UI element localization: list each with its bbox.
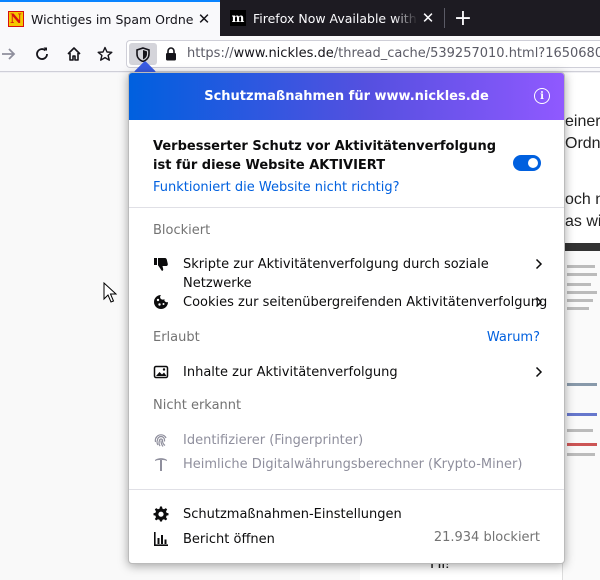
navigation-toolbar: https://www.nickles.de/thread_cache/5392… (0, 36, 600, 72)
page-text-fragment: Ordne (565, 135, 600, 152)
open-report-button[interactable]: Bericht öffnen (153, 530, 403, 550)
chevron-right-icon (533, 256, 545, 272)
image-icon (153, 364, 169, 380)
bookmark-star-icon[interactable] (92, 41, 118, 67)
close-tab-icon[interactable]: ✕ (194, 9, 214, 29)
embedded-screenshot-thumbnail (562, 243, 600, 580)
not-detected-item-label: Identifizierer (Fingerprinter) (183, 433, 364, 448)
allowed-heading: Erlaubt (153, 330, 200, 345)
protection-settings-button[interactable]: Schutzmaßnahmen-Einstellungen (153, 505, 545, 525)
footer-divider (129, 489, 564, 490)
not-detected-heading: Nicht erkannt (153, 398, 242, 413)
thumbs-down-icon (153, 256, 169, 272)
chevron-right-icon (533, 294, 545, 310)
not-detected-item-fingerprinters: Identifizierer (Fingerprinter) (153, 431, 545, 451)
toggle-knob (528, 158, 538, 168)
blocked-heading: Blockiert (153, 223, 211, 238)
allowed-item-label: Inhalte zur Aktivitätenverfolgung (183, 365, 398, 380)
tab-separator (444, 8, 445, 28)
protection-status-text: Verbesserter Schutz vor Aktivitätenverfo… (153, 139, 497, 173)
not-detected-item-label: Heimliche Digitalwährungsberechner (Kryp… (183, 457, 523, 472)
mozilla-favicon: m (230, 10, 246, 26)
panel-header: Schutzmaßnahmen für www.nickles.de i (129, 73, 564, 120)
bar-chart-icon (153, 531, 169, 547)
nickles-favicon: N (8, 11, 24, 27)
blocked-item-cross-site-cookies[interactable]: Cookies zur seitenübergreifenden Aktivit… (153, 293, 548, 313)
tab-title: Wichtiges im Spam Ordner!? (31, 11, 194, 27)
url-text[interactable]: https://www.nickles.de/thread_cache/5392… (187, 46, 600, 61)
new-tab-button[interactable]: + (448, 3, 478, 33)
settings-label: Schutzmaßnahmen-Einstellungen (183, 507, 402, 522)
reload-icon[interactable] (29, 41, 55, 67)
protection-toggle[interactable] (513, 155, 541, 171)
page-text-fragment: einer (565, 113, 600, 130)
protections-panel: Schutzmaßnahmen für www.nickles.de i Ver… (128, 72, 565, 564)
not-detected-item-cryptominers: Heimliche Digitalwährungsberechner (Kryp… (153, 455, 545, 475)
address-bar[interactable]: https://www.nickles.de/thread_cache/5392… (126, 40, 600, 68)
lock-icon[interactable] (161, 44, 181, 64)
tab-firefox-news[interactable]: m Firefox Now Available with Enh ✕ (222, 0, 444, 36)
url-host: www.nickles.de (233, 46, 334, 61)
home-icon[interactable] (61, 41, 87, 67)
page-text-fragment: och n (565, 191, 600, 208)
url-protocol: https:// (187, 46, 234, 61)
blocked-item-label: Cookies zur seitenübergreifenden Aktivit… (183, 295, 548, 310)
blocked-item-label: Skripte zur Aktivitätenverfolgung durch … (183, 257, 489, 291)
why-allowed-link[interactable]: Warum? (487, 330, 540, 345)
url-path: /thread_cache/539257010.html?1650680726 (333, 46, 600, 61)
blocked-item-social-trackers[interactable]: Skripte zur Aktivitätenverfolgung durch … (153, 255, 545, 293)
tab-title: Firefox Now Available with Enh (253, 10, 418, 26)
fingerprint-icon (153, 432, 169, 448)
tab-strip: N Wichtiges im Spam Ordner!? ✕ m Firefox… (0, 0, 600, 36)
allowed-item-tracking-content[interactable]: Inhalte zur Aktivitätenverfolgung (153, 363, 545, 383)
forward-arrow-icon[interactable] (0, 41, 22, 67)
site-broken-link[interactable]: Funktioniert die Website nicht richtig? (153, 180, 399, 195)
protection-status-section: Verbesserter Schutz vor Aktivitätenverfo… (129, 120, 564, 208)
info-icon[interactable]: i (534, 88, 550, 104)
mouse-cursor-icon (103, 282, 117, 303)
page-text-fragment: as wi (565, 213, 600, 230)
chevron-right-icon (533, 364, 545, 380)
tab-nickles[interactable]: N Wichtiges im Spam Ordner!? ✕ (0, 0, 220, 36)
cookie-icon (153, 294, 169, 310)
panel-title: Schutzmaßnahmen für www.nickles.de (204, 89, 489, 104)
pickaxe-icon (153, 456, 169, 472)
close-tab-icon[interactable]: ✕ (418, 8, 438, 28)
gear-icon (153, 506, 169, 522)
blocked-count: 21.934 blockiert (433, 530, 540, 545)
report-label: Bericht öffnen (183, 532, 275, 547)
